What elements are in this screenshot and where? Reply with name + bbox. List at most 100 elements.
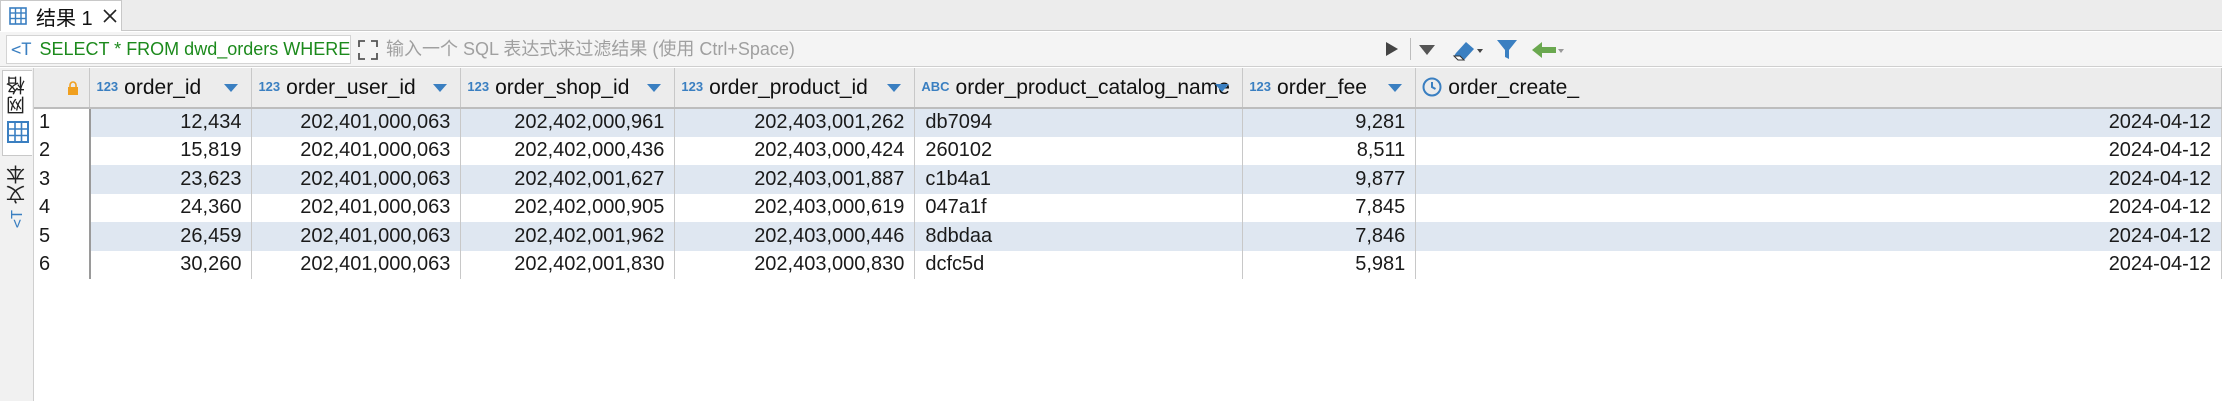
- column-header-order-create-time[interactable]: order_create_: [1415, 68, 2222, 109]
- sort-arrow-icon[interactable]: [886, 83, 902, 93]
- table-cell-order-fee[interactable]: 8,511: [1242, 136, 1417, 165]
- column-name: order_user_id: [286, 75, 416, 99]
- table-cell-order-fee[interactable]: 9,877: [1242, 165, 1417, 194]
- table-cell-order-product-catalog-name[interactable]: 047a1f: [914, 193, 1244, 222]
- table-cell-order-shop-id[interactable]: 202,402,000,961: [460, 108, 676, 137]
- sql-icon: <T: [11, 39, 32, 60]
- apply-filter-icon[interactable]: [1385, 41, 1399, 57]
- toolbar-divider: [1410, 38, 1411, 60]
- table-cell-order-id[interactable]: 23,623: [89, 165, 253, 194]
- table-cell-order-product-catalog-name[interactable]: 260102: [914, 136, 1244, 165]
- table-cell-order-id[interactable]: 12,434: [89, 108, 253, 137]
- table-cell-order-shop-id[interactable]: 202,402,001,830: [460, 250, 676, 279]
- table-cell-order-create-[interactable]: 2024-04-12: [1415, 193, 2222, 222]
- table-cell-order-create-[interactable]: 2024-04-12: [1415, 108, 2222, 137]
- table-cell-order-shop-id[interactable]: 202,402,000,436: [460, 136, 676, 165]
- row-number[interactable]: 2: [34, 136, 91, 165]
- table-cell-order-fee[interactable]: 7,846: [1242, 222, 1417, 251]
- table-cell-order-id[interactable]: 15,819: [89, 136, 253, 165]
- side-tab-grid-label: 网格: [7, 75, 28, 115]
- table-cell-order-product-catalog-name[interactable]: db7094: [914, 108, 1244, 137]
- row-number[interactable]: 1: [34, 108, 91, 137]
- history-back-icon[interactable]: [1530, 38, 1564, 62]
- clock-icon: [1422, 77, 1442, 96]
- table-row[interactable]: 3 23,623 202,401,000,063 202,402,001,627 202…: [34, 165, 2222, 194]
- table-cell-order-fee[interactable]: 7,845: [1242, 193, 1417, 222]
- table-cell-order-create-[interactable]: 2024-04-12: [1415, 222, 2222, 251]
- numeric-type-icon: 123: [1249, 78, 1272, 94]
- column-name: order_id: [124, 75, 202, 99]
- table-row[interactable]: 4 24,360 202,401,000,063 202,402,000,905 202…: [34, 193, 2222, 222]
- table-cell-order-user-id[interactable]: 202,401,000,063: [251, 108, 462, 137]
- expand-icon[interactable]: [358, 40, 378, 60]
- table-cell-order-user-id[interactable]: 202,401,000,063: [251, 193, 462, 222]
- column-name: order_shop_id: [495, 75, 630, 99]
- table-row[interactable]: 2 15,819 202,401,000,063 202,402,000,436 202…: [34, 136, 2222, 165]
- row-number[interactable]: 5: [34, 222, 91, 251]
- text-view-icon: <T: [8, 210, 26, 229]
- side-tab-text[interactable]: 文本 <T: [2, 164, 32, 234]
- table-cell-order-id[interactable]: 30,260: [89, 250, 253, 279]
- table-row[interactable]: 5 26,459 202,401,000,063 202,402,001,962 202…: [34, 222, 2222, 251]
- column-name: order_product_id: [709, 75, 868, 99]
- numeric-type-icon: 123: [467, 78, 490, 94]
- text-type-icon: ABC: [921, 78, 950, 94]
- table-cell-order-user-id[interactable]: 202,401,000,063: [251, 250, 462, 279]
- table-cell-order-create-[interactable]: 2024-04-12: [1415, 136, 2222, 165]
- table-cell-order-product-catalog-name[interactable]: c1b4a1: [914, 165, 1244, 194]
- table-cell-order-user-id[interactable]: 202,401,000,063: [251, 165, 462, 194]
- row-number-header[interactable]: [34, 68, 91, 109]
- filter-input[interactable]: [386, 35, 1386, 64]
- table-row[interactable]: 6 30,260 202,401,000,063 202,402,001,830 202…: [34, 250, 2222, 279]
- sort-arrow-icon[interactable]: [646, 83, 662, 93]
- table-cell-order-user-id[interactable]: 202,401,000,063: [251, 222, 462, 251]
- table-cell-order-id[interactable]: 24,360: [89, 193, 253, 222]
- column-name: order_fee: [1277, 75, 1367, 99]
- sql-query-box[interactable]: <T SELECT * FROM dwd_orders WHERE: [6, 35, 351, 64]
- table-cell-order-product-id[interactable]: 202,403,000,424: [674, 136, 916, 165]
- sort-arrow-icon[interactable]: [223, 83, 239, 93]
- table-cell-order-product-catalog-name[interactable]: dcfc5d: [914, 250, 1244, 279]
- results-table: 123 order_id 123 order_user_id 123 order_sh…: [34, 68, 2222, 279]
- table-cell-order-shop-id[interactable]: 202,402,000,905: [460, 193, 676, 222]
- table-cell-order-id[interactable]: 26,459: [89, 222, 253, 251]
- table-cell-order-create-[interactable]: 2024-04-12: [1415, 250, 2222, 279]
- table-cell-order-product-id[interactable]: 202,403,000,619: [674, 193, 916, 222]
- side-tab-grid[interactable]: 网格: [2, 70, 32, 156]
- results-tab-bar: 结果 1: [0, 0, 2222, 31]
- column-header-order-product-id[interactable]: 123 order_product_id: [674, 68, 916, 109]
- table-cell-order-product-id[interactable]: 202,403,001,262: [674, 108, 916, 137]
- sort-arrow-icon[interactable]: [1387, 83, 1403, 93]
- column-header-order-product-catalog-name[interactable]: ABC order_product_catalog_name: [914, 68, 1244, 109]
- table-cell-order-create-[interactable]: 2024-04-12: [1415, 165, 2222, 194]
- results-grid: 123 order_id 123 order_user_id 123 order_sh…: [34, 68, 2222, 401]
- clear-filter-icon[interactable]: [1452, 38, 1484, 62]
- table-cell-order-fee[interactable]: 5,981: [1242, 250, 1417, 279]
- chevron-down-icon[interactable]: [1417, 44, 1437, 56]
- numeric-type-icon: 123: [681, 78, 704, 94]
- tab-results-1[interactable]: 结果 1: [0, 0, 122, 31]
- sort-arrow-icon[interactable]: [1214, 83, 1230, 93]
- table-cell-order-fee[interactable]: 9,281: [1242, 108, 1417, 137]
- row-number[interactable]: 4: [34, 193, 91, 222]
- tab-label: 结果 1: [36, 7, 93, 30]
- table-cell-order-user-id[interactable]: 202,401,000,063: [251, 136, 462, 165]
- view-mode-sidebar: 网格 文本 <T: [0, 68, 34, 401]
- close-icon[interactable]: [103, 9, 117, 23]
- table-row[interactable]: 1 12,434 202,401,000,063 202,402,000,961 202…: [34, 108, 2222, 137]
- filter-bar: <T SELECT * FROM dwd_orders WHERE: [0, 32, 2222, 67]
- row-number[interactable]: 3: [34, 165, 91, 194]
- column-header-order-id[interactable]: 123 order_id: [89, 68, 253, 109]
- column-header-order-shop-id[interactable]: 123 order_shop_id: [460, 68, 676, 109]
- table-cell-order-product-id[interactable]: 202,403,000,830: [674, 250, 916, 279]
- column-header-order-user-id[interactable]: 123 order_user_id: [251, 68, 462, 109]
- table-cell-order-product-catalog-name[interactable]: 8dbdaa: [914, 222, 1244, 251]
- sort-arrow-icon[interactable]: [432, 83, 448, 93]
- column-header-order-fee[interactable]: 123 order_fee: [1242, 68, 1417, 109]
- row-number[interactable]: 6: [34, 250, 91, 279]
- table-cell-order-product-id[interactable]: 202,403,000,446: [674, 222, 916, 251]
- filter-funnel-icon[interactable]: [1496, 38, 1518, 62]
- table-cell-order-shop-id[interactable]: 202,402,001,962: [460, 222, 676, 251]
- table-cell-order-shop-id[interactable]: 202,402,001,627: [460, 165, 676, 194]
- table-cell-order-product-id[interactable]: 202,403,001,887: [674, 165, 916, 194]
